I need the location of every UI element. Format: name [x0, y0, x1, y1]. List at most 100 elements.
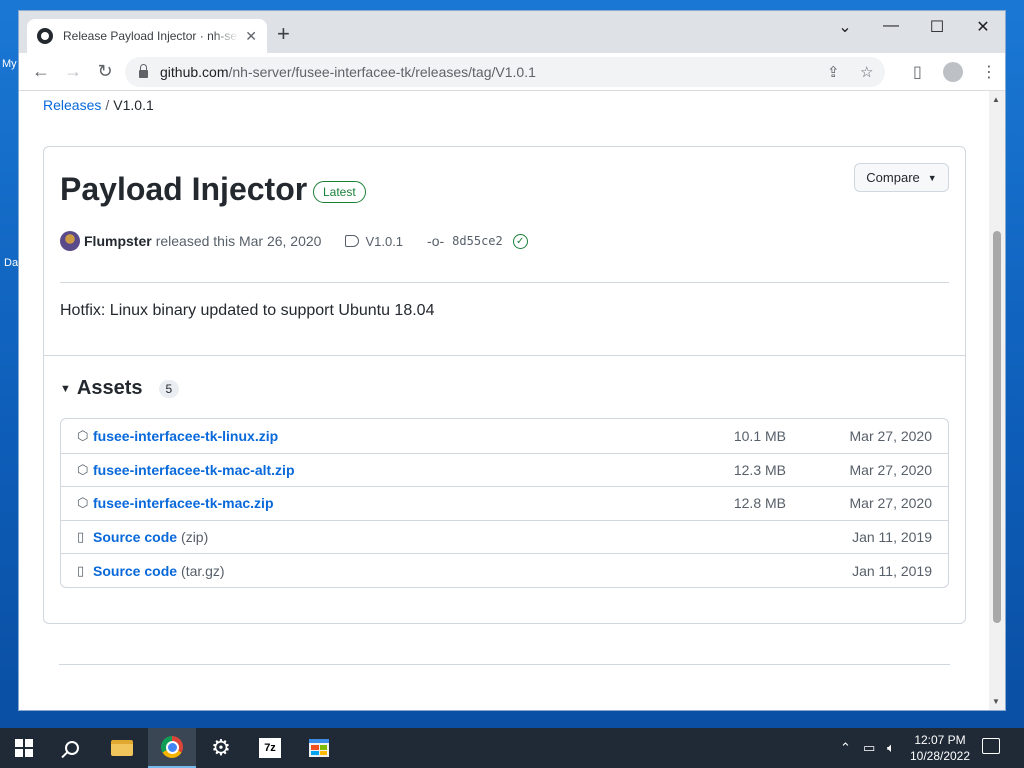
asset-date: Jan 11, 2019 [852, 529, 932, 546]
windows-icon [15, 739, 33, 757]
tray-chevron-icon[interactable]: ⌃ [840, 740, 851, 756]
compare-button[interactable]: Compare ▼ [854, 163, 949, 192]
asset-link[interactable]: Source code (zip) [93, 529, 208, 545]
release-notes: Hotfix: Linux binary updated to support … [60, 302, 435, 319]
asset-date: Mar 27, 2020 [849, 495, 933, 512]
breadcrumb-current: V1.0.1 [113, 97, 154, 113]
latest-badge: Latest [313, 181, 366, 203]
divider [60, 282, 949, 283]
chrome-taskbar-button[interactable] [148, 728, 196, 768]
share-icon[interactable]: ⇪ [827, 63, 840, 81]
author-link[interactable]: Flumpster [84, 233, 152, 249]
clock[interactable]: 12:07 PM 10/28/2022 [908, 732, 972, 764]
asset-size: 12.8 MB [733, 495, 786, 512]
author-avatar[interactable] [60, 231, 80, 251]
asset-row: ⬡ fusee-interfacee-tk-linux.zip 10.1 MB … [61, 419, 948, 453]
asset-link[interactable]: Source code (tar.gz) [93, 563, 225, 579]
new-tab-button[interactable]: + [277, 23, 290, 45]
triangle-down-icon: ▼ [60, 382, 71, 395]
tag-link[interactable]: V1.0.1 [365, 234, 403, 249]
file-zip-icon: ▯ [77, 562, 85, 578]
breadcrumb: Releases / V1.0.1 [43, 97, 154, 113]
7zip-button[interactable]: 7z [246, 728, 294, 768]
lock-icon[interactable] [139, 64, 148, 78]
clock-time: 12:07 PM [914, 733, 966, 747]
asset-row: ⬡ fusee-interfacee-tk-mac.zip 12.8 MB Ma… [61, 486, 948, 520]
menu-icon[interactable]: ⋮ [981, 62, 997, 82]
address-bar[interactable]: github.com/nh-server/fusee-interfacee-tk… [125, 57, 885, 87]
taskbar: ⚙ 7z ⌃ ▭ 🔈︎ 12:07 PM 10/28/2022 [0, 728, 1024, 768]
tab-search-icon[interactable]: ⌄ [822, 17, 868, 37]
asset-row: ⬡ fusee-interfacee-tk-mac-alt.zip 12.3 M… [61, 452, 948, 487]
github-icon [37, 28, 53, 44]
asset-size: 12.3 MB [733, 461, 786, 478]
compare-label: Compare [866, 170, 920, 185]
asset-size: 10.1 MB [733, 427, 786, 444]
tab-title: Release Payload Injector · nh-server [63, 29, 240, 43]
asset-row: ▯ Source code (zip) Jan 11, 2019 [61, 519, 948, 554]
package-icon: ⬡ [77, 461, 89, 477]
search-button[interactable] [48, 728, 96, 768]
network-icon[interactable]: ▭ [863, 740, 875, 756]
chrome-icon [161, 736, 183, 758]
assets-count-badge: 5 [158, 379, 180, 398]
search-icon [65, 741, 79, 755]
footer-divider [59, 664, 950, 665]
browser-tab[interactable]: Release Payload Injector · nh-server ✕ [27, 19, 267, 53]
release-title[interactable]: Payload Injector [60, 171, 307, 208]
store-button[interactable] [295, 728, 343, 768]
assets-title: Assets [76, 377, 143, 399]
tab-strip: Release Payload Injector · nh-server ✕ +… [19, 11, 1005, 53]
assets-toggle[interactable]: ▼ Assets 5 [60, 377, 180, 400]
asset-link[interactable]: fusee-interfacee-tk-linux.zip [93, 428, 282, 444]
verified-check-icon[interactable]: ✓ [512, 233, 528, 249]
divider [44, 355, 965, 356]
file-zip-icon: ▯ [77, 529, 85, 545]
page-content: Releases / V1.0.1 Payload Injector Latest … [19, 91, 991, 710]
desktop-icon-label[interactable]: My [2, 58, 17, 70]
notification-icon[interactable] [982, 738, 1000, 754]
desktop-icon-label[interactable]: Da [4, 257, 18, 269]
store-icon [309, 739, 329, 757]
side-panel-icon[interactable]: ▯ [913, 62, 922, 82]
url-text[interactable]: github.com/nh-server/fusee-interfacee-tk… [160, 64, 536, 80]
asset-list: ⬡ fusee-interfacee-tk-linux.zip 10.1 MB … [60, 418, 949, 588]
gear-icon: ⚙ [211, 735, 231, 760]
asset-link[interactable]: fusee-interfacee-tk-mac-alt.zip [93, 462, 299, 478]
maximize-button[interactable]: ☐ [914, 17, 960, 37]
scroll-up-icon[interactable]: ▲ [992, 95, 1000, 104]
file-explorer-button[interactable] [98, 728, 146, 768]
forward-icon[interactable]: → [61, 61, 85, 81]
start-button[interactable] [0, 728, 48, 768]
profile-avatar[interactable] [943, 62, 963, 82]
release-meta: Flumpster released this Mar 26, 2020 V1.… [60, 231, 528, 251]
asset-date: Mar 27, 2020 [849, 427, 933, 444]
7zip-icon: 7z [259, 738, 281, 758]
minimize-button[interactable]: — [868, 17, 914, 35]
commit-link[interactable]: 8d55ce2 [452, 234, 503, 248]
asset-link[interactable]: fusee-interfacee-tk-mac.zip [93, 495, 278, 511]
bookmark-star-icon[interactable]: ☆ [860, 63, 873, 81]
tab-close-icon[interactable]: ✕ [245, 28, 257, 45]
clock-date: 10/28/2022 [909, 749, 971, 763]
page-scrollbar[interactable]: ▲ ▼ [989, 91, 1005, 710]
package-icon: ⬡ [77, 427, 89, 443]
release-card: Payload Injector Latest Compare ▼ Flumps… [43, 146, 966, 624]
reload-icon[interactable]: ↻ [93, 61, 117, 81]
released-text: released this Mar 26, 2020 [155, 233, 322, 249]
package-icon: ⬡ [77, 495, 89, 511]
close-window-button[interactable]: ✕ [960, 17, 1005, 37]
scroll-thumb[interactable] [993, 231, 1001, 623]
back-icon[interactable]: ← [29, 61, 53, 81]
asset-row: ▯ Source code (tar.gz) Jan 11, 2019 [61, 553, 948, 587]
folder-icon [111, 740, 133, 756]
settings-button[interactable]: ⚙ [197, 728, 245, 768]
scroll-down-icon[interactable]: ▼ [992, 697, 1000, 706]
tag-icon [345, 235, 360, 247]
browser-window: Release Payload Injector · nh-server ✕ +… [18, 10, 1006, 711]
volume-icon[interactable]: 🔈︎ [887, 740, 895, 756]
browser-toolbar: ← → ↻ github.com/nh-server/fusee-interfa… [19, 53, 1005, 91]
breadcrumb-separator: / [105, 97, 110, 113]
commit-icon: -o- [427, 233, 445, 249]
breadcrumb-releases-link[interactable]: Releases [43, 97, 101, 113]
